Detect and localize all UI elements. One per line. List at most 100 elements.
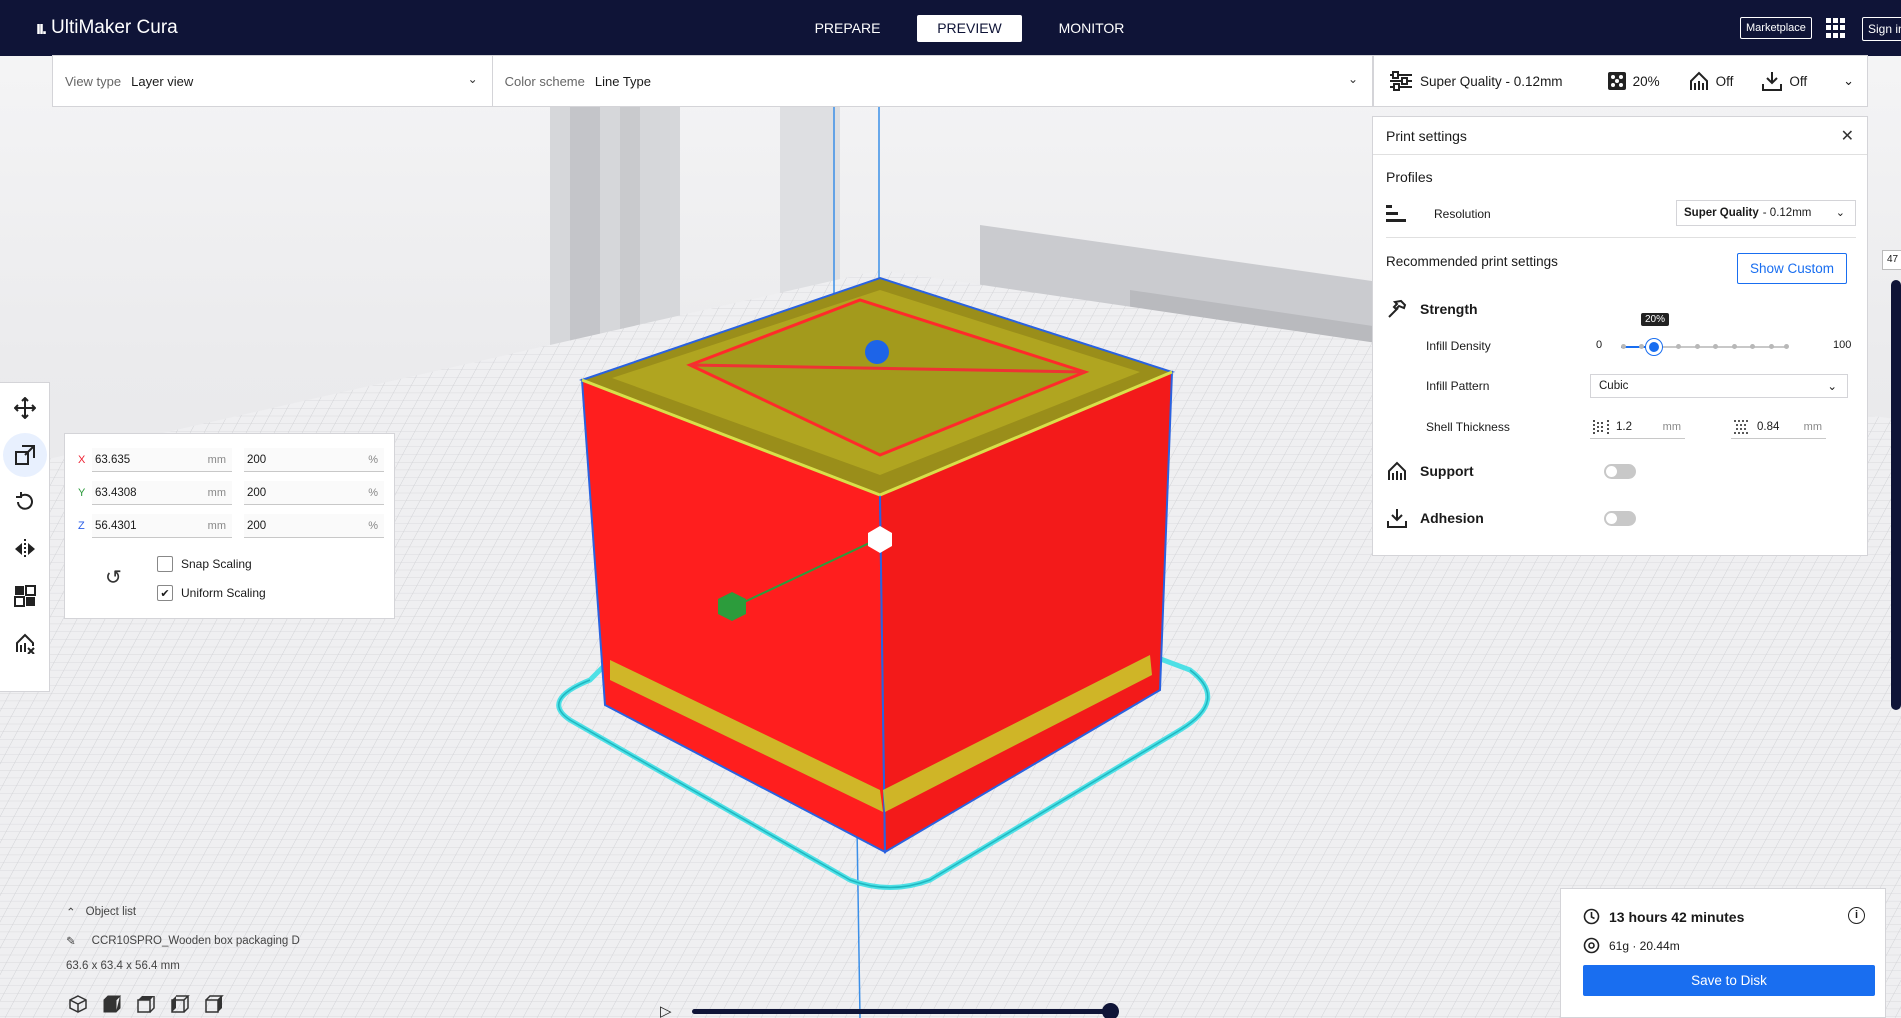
scale-tool-panel: X 63.635 mm 200% Y 63.4308 mm 200% Z 56.43…	[64, 433, 395, 619]
left-toolbar	[0, 382, 50, 692]
infill-slider-handle[interactable]	[1646, 339, 1662, 355]
resolution-label: Resolution	[1434, 207, 1491, 221]
adhesion-value: Off	[1789, 73, 1808, 89]
move-icon	[14, 397, 36, 419]
color-scheme-value: Line Type	[594, 73, 652, 89]
info-icon[interactable]: i	[1848, 907, 1865, 924]
chevron-down-icon: ⌄	[1827, 381, 1837, 393]
z-percent-unit: %	[368, 520, 378, 532]
app-name: UltiMaker Cura	[51, 17, 178, 38]
y-percent-unit: %	[368, 487, 378, 499]
wall-thickness-unit: mm	[1662, 421, 1681, 433]
adhesion-toggle[interactable]	[1604, 511, 1636, 526]
tab-monitor[interactable]: MONITOR	[1034, 15, 1149, 42]
play-icon[interactable]: ▷	[660, 1002, 672, 1018]
z-axis-handle[interactable]	[865, 340, 889, 364]
mirror-tool-button[interactable]	[3, 527, 47, 571]
per-model-settings-icon	[14, 585, 36, 607]
uniform-scaling-checkbox[interactable]: ✔ Uniform Scaling	[157, 585, 266, 601]
y-size-value: 63.4308	[95, 487, 137, 499]
move-tool-button[interactable]	[3, 386, 47, 430]
scale-tool-button[interactable]	[3, 433, 47, 477]
object-list-toggle[interactable]: ⌃ Object list	[66, 905, 136, 919]
z-axis-label: Z	[78, 520, 85, 532]
close-icon[interactable]: ✕	[1841, 126, 1854, 146]
top-bottom-thickness-input[interactable]: 0.84 mm	[1731, 415, 1826, 439]
layer-path-slider[interactable]: ▷	[660, 1000, 1120, 1018]
uniform-scaling-label: Uniform Scaling	[181, 586, 266, 600]
view-top-icon[interactable]	[136, 994, 156, 1014]
support-value: Off	[1715, 73, 1734, 89]
rotate-icon	[16, 492, 33, 510]
infill-summary: 20%	[1607, 71, 1660, 91]
show-custom-button[interactable]: Show Custom	[1736, 253, 1847, 284]
y-percent-value: 200	[247, 487, 267, 499]
strength-label: Strength	[1420, 301, 1478, 317]
x-percent-input[interactable]: 200%	[244, 448, 384, 472]
camera-view-buttons	[68, 994, 224, 1014]
mirror-icon	[15, 539, 35, 559]
path-slider-handle[interactable]	[1102, 1003, 1119, 1018]
view-left-icon[interactable]	[170, 994, 190, 1014]
per-model-settings-button[interactable]	[3, 574, 47, 618]
print-time-row: 13 hours 42 minutes	[1583, 908, 1744, 925]
x-size-value: 63.635	[95, 454, 131, 466]
tab-prepare[interactable]: PREPARE	[790, 15, 905, 42]
infill-density-label: Infill Density	[1426, 339, 1491, 353]
wall-thickness-input[interactable]: 1.2 mm	[1590, 415, 1685, 439]
infill-value: 20%	[1632, 73, 1660, 89]
z-size-input[interactable]: 56.4301 mm	[92, 514, 232, 538]
infill-pattern-row: Infill Pattern Cubic ⌄	[1386, 374, 1856, 398]
apps-grid-icon[interactable]	[1826, 18, 1846, 38]
infill-pattern-dropdown[interactable]: Cubic ⌄	[1590, 374, 1848, 398]
y-size-input[interactable]: 63.4308 mm	[92, 481, 232, 505]
view-3d-icon[interactable]	[68, 994, 88, 1014]
object-dimensions: 63.6 x 63.4 x 56.4 mm	[66, 960, 180, 972]
save-to-disk-button[interactable]: Save to Disk	[1583, 965, 1875, 996]
object-name-row[interactable]: ✎ CCR10SPRO_Wooden box packaging D	[66, 934, 300, 948]
top-bottom-thickness-unit: mm	[1803, 421, 1822, 433]
infill-density-slider[interactable]: 20%	[1621, 313, 1789, 355]
scale-x-row: X 63.635 mm 200%	[78, 448, 384, 472]
x-size-unit: mm	[207, 454, 226, 466]
resolution-value-bold: Super Quality	[1684, 207, 1759, 219]
chevron-down-icon[interactable]: ⌄	[1843, 73, 1854, 89]
sign-in-button[interactable]: Sign in	[1862, 17, 1901, 41]
view-front-icon[interactable]	[102, 994, 122, 1014]
adhesion-summary: Off	[1761, 70, 1807, 92]
rotate-tool-button[interactable]	[3, 480, 47, 524]
y-size-unit: mm	[207, 487, 226, 499]
layer-slider[interactable]: 47	[1882, 250, 1901, 720]
stage-tabs: PREPARE PREVIEW MONITOR	[790, 15, 1149, 42]
path-slider-track[interactable]	[692, 1009, 1112, 1014]
object-list-header: Object list	[85, 906, 137, 918]
view-right-icon[interactable]	[204, 994, 224, 1014]
shell-thickness-label: Shell Thickness	[1426, 420, 1510, 434]
support-toggle[interactable]	[1604, 464, 1636, 479]
reset-scale-icon[interactable]: ↺	[105, 565, 122, 590]
tab-preview[interactable]: PREVIEW	[917, 15, 1022, 42]
adhesion-icon	[1387, 509, 1407, 528]
color-scheme-dropdown[interactable]: Color scheme Line Type ⌄	[493, 56, 1372, 106]
support-blocker-icon	[16, 633, 35, 654]
view-type-dropdown[interactable]: View type Layer view ⌄	[53, 56, 493, 106]
resolution-dropdown[interactable]: Super Quality - 0.12mm ⌄	[1676, 200, 1856, 226]
support-icon	[1689, 71, 1708, 90]
wall-thickness-value: 1.2	[1616, 421, 1632, 433]
support-row: Support	[1386, 460, 1856, 482]
x-percent-unit: %	[368, 454, 378, 466]
print-settings-header: Print settings ✕	[1373, 117, 1867, 155]
support-blocker-button[interactable]	[3, 621, 47, 665]
y-percent-input[interactable]: 200%	[244, 481, 384, 505]
layer-number-input[interactable]: 47	[1882, 250, 1901, 270]
recommended-settings-heading: Recommended print settings	[1386, 254, 1558, 269]
infill-icon	[1607, 72, 1626, 90]
resolution-row: Resolution Super Quality - 0.12mm ⌄	[1386, 199, 1856, 229]
z-percent-input[interactable]: 200%	[244, 514, 384, 538]
z-size-unit: mm	[207, 520, 226, 532]
snap-scaling-checkbox[interactable]: Snap Scaling	[157, 556, 252, 572]
print-setup-summary[interactable]: Super Quality - 0.12mm 20% Off Off ⌄	[1373, 55, 1868, 107]
x-size-input[interactable]: 63.635 mm	[92, 448, 232, 472]
marketplace-button[interactable]: Marketplace	[1740, 17, 1812, 39]
layer-slider-track[interactable]	[1891, 280, 1901, 710]
